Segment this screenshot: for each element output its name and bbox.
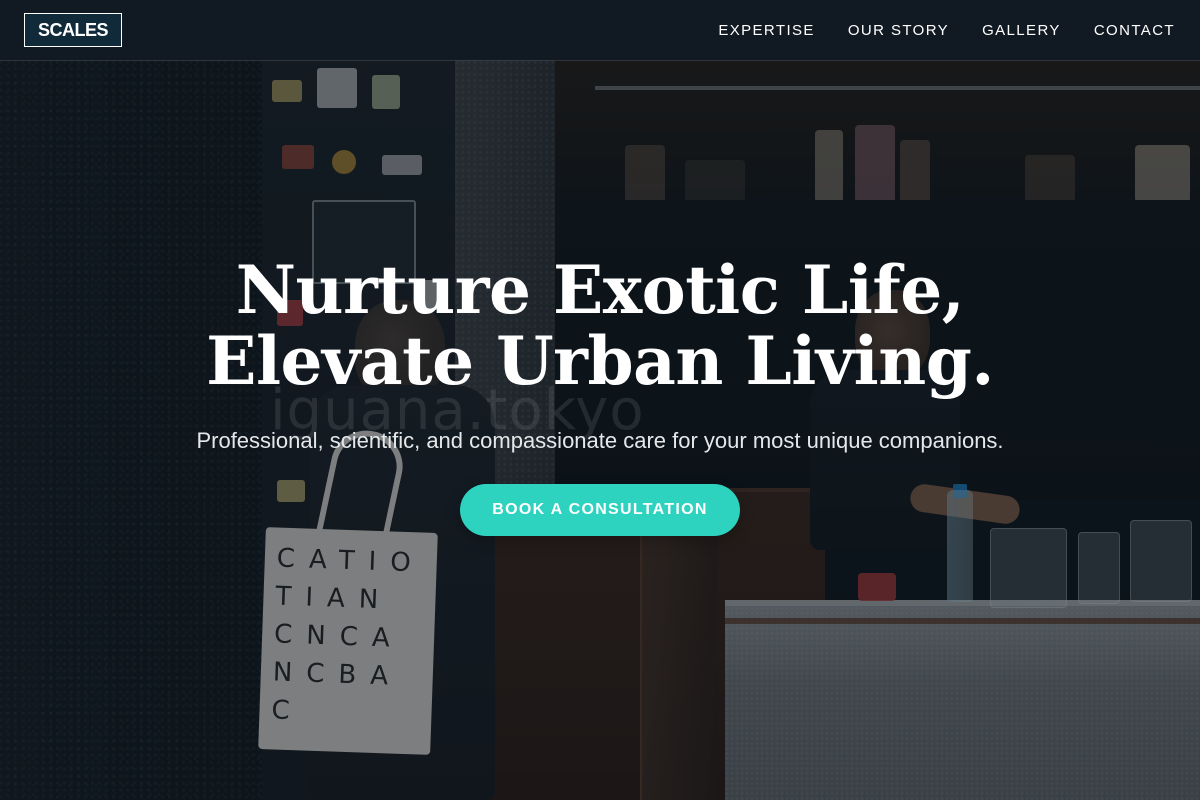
book-consultation-button[interactable]: BOOK A CONSULTATION (460, 484, 740, 536)
hero-title-line-2: Elevate Urban Living. (206, 322, 994, 400)
hero-title-line-1: Nurture Exotic Life, (235, 251, 965, 329)
main-nav: EXPERTISE OUR STORY GALLERY CONTACT (718, 0, 1175, 60)
nav-link-expertise[interactable]: EXPERTISE (718, 22, 815, 39)
site-header: SCALES EXPERTISE OUR STORY GALLERY CONTA… (0, 0, 1200, 61)
hero-subtitle: Professional, scientific, and compassion… (196, 428, 1004, 453)
nav-link-our-story[interactable]: OUR STORY (848, 22, 949, 39)
hero-title: Nurture Exotic Life, Elevate Urban Livin… (0, 255, 1200, 397)
nav-link-gallery[interactable]: GALLERY (982, 22, 1061, 39)
logo[interactable]: SCALES (24, 13, 122, 47)
nav-link-contact[interactable]: CONTACT (1094, 22, 1175, 39)
hero-section: Nurture Exotic Life, Elevate Urban Livin… (0, 255, 1200, 536)
